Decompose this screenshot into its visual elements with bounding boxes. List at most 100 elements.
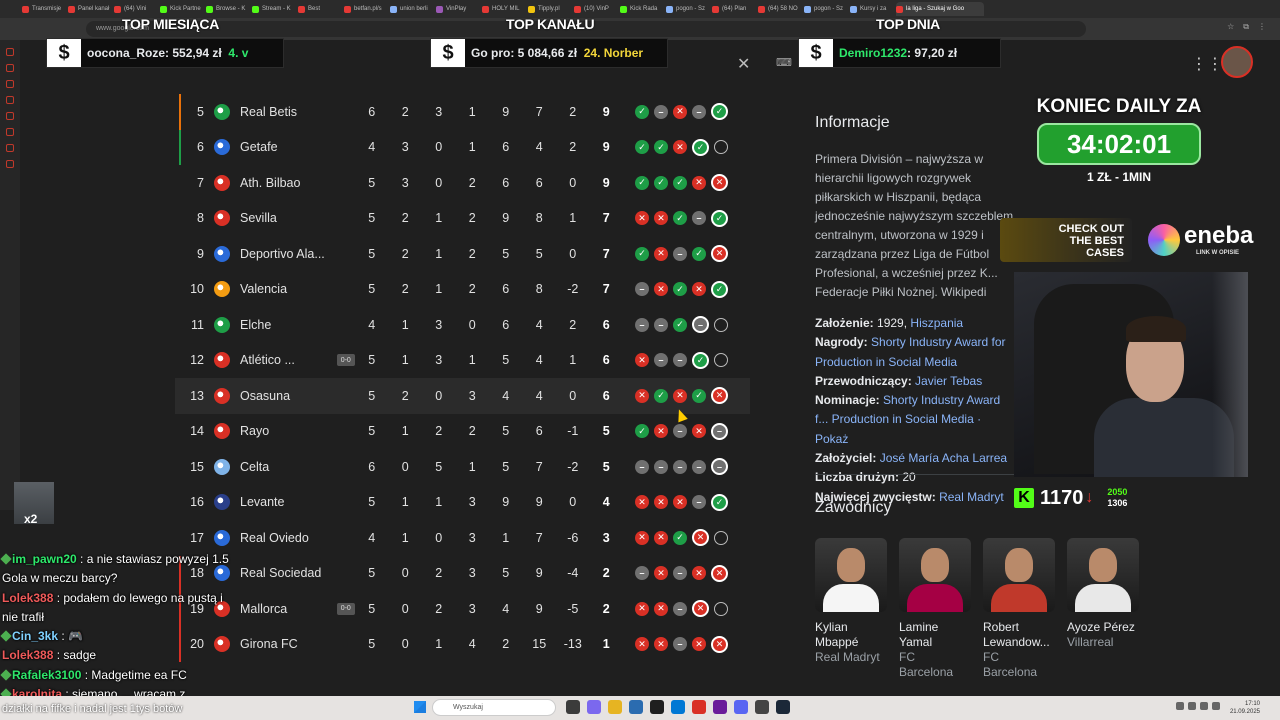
form-draw-icon[interactable]: – [692,459,706,474]
tray-icon[interactable] [1176,702,1184,710]
form-loss-icon[interactable]: ✕ [635,388,649,403]
table-row[interactable]: 8 Sevilla 5 2 1 2 9 8 1 7 ✕ ✕ ✓ – ✓ [175,201,750,237]
form-loss-icon[interactable]: ✕ [654,530,668,545]
form-win-icon[interactable]: ✓ [673,211,687,226]
tray-icon[interactable] [1188,702,1196,710]
form-loss-icon[interactable]: ✕ [654,495,668,510]
browser-tab[interactable]: Kick Partne [160,2,204,16]
bookmark-icon[interactable]: ☆ [1227,22,1234,32]
player-card[interactable]: Robert Lewandow... FC Barcelona [983,538,1055,680]
form-win-icon[interactable]: ✓ [711,493,728,511]
edge-icon[interactable] [629,700,643,714]
form-draw-icon[interactable]: – [673,353,687,368]
browser-tab[interactable]: Best [298,2,342,16]
form-loss-icon[interactable]: ✕ [692,424,706,439]
menu-icon[interactable]: ⋮ [1258,22,1266,32]
chat-username[interactable]: Lolek388 [2,591,53,605]
team-name[interactable]: Rayo [240,424,340,438]
form-draw-icon[interactable]: – [673,601,687,616]
chat-username[interactable]: Lolek388 [2,648,53,662]
form-loss-icon[interactable]: ✕ [654,282,668,297]
form-loss-icon[interactable]: ✕ [711,174,728,192]
table-row[interactable]: 12 Atlético ... 0-0 5 1 3 1 5 4 1 6 ✕ – – ✓ [175,343,750,379]
form-loss-icon[interactable]: ✕ [654,637,668,652]
fact-link[interactable]: José María Acha Larrea [880,451,1007,465]
form-win-icon[interactable]: ✓ [673,175,687,190]
sidebar-app-icon[interactable] [6,144,14,152]
sidebar-app-icon[interactable] [6,128,14,136]
form-loss-icon[interactable]: ✕ [654,566,668,581]
form-loss-icon[interactable]: ✕ [692,175,706,190]
extension-icon[interactable]: ⧉ [1243,22,1249,32]
browser-tab[interactable]: la liga - Szukaj w Goo [896,2,984,16]
team-name[interactable]: Mallorca [240,602,333,616]
form-loss-icon[interactable]: ✕ [692,529,709,547]
form-draw-icon[interactable]: – [692,495,706,510]
windows-start-icon[interactable] [414,701,426,713]
table-row[interactable]: 16 Levante 5 1 1 3 9 9 0 4 ✕ ✕ ✕ – ✓ [175,485,750,521]
team-name[interactable]: Celta [240,460,340,474]
form-draw-icon[interactable]: – [673,637,687,652]
form-loss-icon[interactable]: ✕ [692,637,706,652]
table-row[interactable]: 18 Real Sociedad 5 0 2 3 5 9 -4 2– ✕ – ✕ ✕ [175,555,750,591]
opera-icon[interactable] [692,700,706,714]
form-loss-icon[interactable]: ✕ [673,140,687,155]
form-draw-icon[interactable]: – [635,317,649,332]
terminal-icon[interactable] [650,700,664,714]
team-name[interactable]: Real Betis [240,105,340,119]
team-name[interactable]: Atlético ... [240,353,333,367]
fact-link[interactable]: Hiszpania [910,316,963,330]
player-card[interactable]: Lamine Yamal FC Barcelona [899,538,971,680]
browser-tab[interactable]: (64) 58 NO [758,2,802,16]
player-card[interactable]: Ayoze Pérez Villarreal [1067,538,1139,680]
form-draw-icon[interactable]: – [692,211,706,226]
player-card[interactable]: Kylian Mbappé Real Madryt [815,538,887,680]
table-row[interactable]: 14 Rayo 5 1 2 2 5 6 -1 5 ✓ ✕ – ✕ – [175,414,750,450]
browser-tab[interactable]: pogon - Sz [666,2,710,16]
sidebar-app-icon[interactable] [6,96,14,104]
form-win-icon[interactable]: ✓ [654,388,668,403]
form-loss-icon[interactable]: ✕ [711,245,728,263]
team-name[interactable]: Girona FC [240,637,340,651]
browser-tab[interactable]: (64) Plan [712,2,756,16]
team-name[interactable]: Sevilla [240,211,340,225]
table-row[interactable]: 11 Elche 4 1 3 0 6 4 2 6– – ✓ – [175,307,750,343]
form-loss-icon[interactable]: ✕ [711,387,728,405]
browser-tab[interactable]: (64) Vini [114,2,158,16]
steam-icon[interactable] [776,700,790,714]
form-win-icon[interactable]: ✓ [673,530,687,545]
form-draw-icon[interactable]: – [654,317,668,332]
sidebar-app-icon[interactable] [6,80,14,88]
form-win-icon[interactable]: ✓ [692,138,709,156]
form-draw-icon[interactable]: – [711,458,728,476]
form-loss-icon[interactable]: ✕ [692,282,706,297]
form-upcoming-icon[interactable] [714,353,728,368]
table-row[interactable]: 13 Osasuna 5 2 0 3 4 4 0 6 ✕ ✓ ✕ ✓ ✕ [175,378,750,414]
form-loss-icon[interactable]: ✕ [711,635,728,653]
sidebar-app-icon[interactable] [6,112,14,120]
form-draw-icon[interactable]: – [692,104,706,119]
browser-tab[interactable]: Browse - K [206,2,250,16]
form-loss-icon[interactable]: ✕ [654,246,668,261]
chat-username[interactable]: Cin_3kk [12,629,58,643]
form-draw-icon[interactable]: – [673,566,687,581]
form-win-icon[interactable]: ✓ [673,317,687,332]
app-icon[interactable] [713,700,727,714]
chat-username[interactable]: im_pawn20 [12,552,77,566]
app-icon[interactable] [755,700,769,714]
table-row[interactable]: 1 7 Real Oviedo 4 1 0 3 1 7 -6 3 ✕ ✕ ✓ ✕ [175,520,750,556]
form-draw-icon[interactable]: – [673,246,687,261]
avatar[interactable] [1221,46,1253,78]
form-win-icon[interactable]: ✓ [692,246,706,261]
form-draw-icon[interactable]: – [673,424,687,439]
browser-tab[interactable]: Kursy i za [850,2,894,16]
keyboard-icon[interactable]: ⌨ [776,56,792,69]
form-upcoming-icon[interactable] [714,140,728,155]
form-draw-icon[interactable]: – [692,316,709,334]
form-win-icon[interactable]: ✓ [635,104,649,119]
team-name[interactable]: Elche [240,318,340,332]
sidebar-app-icon[interactable] [6,160,14,168]
form-loss-icon[interactable]: ✕ [654,424,668,439]
table-row[interactable]: 5 Real Betis 6 2 3 1 9 7 2 9 ✓ – ✕ – ✓ [175,94,750,130]
form-draw-icon[interactable]: – [635,282,649,297]
